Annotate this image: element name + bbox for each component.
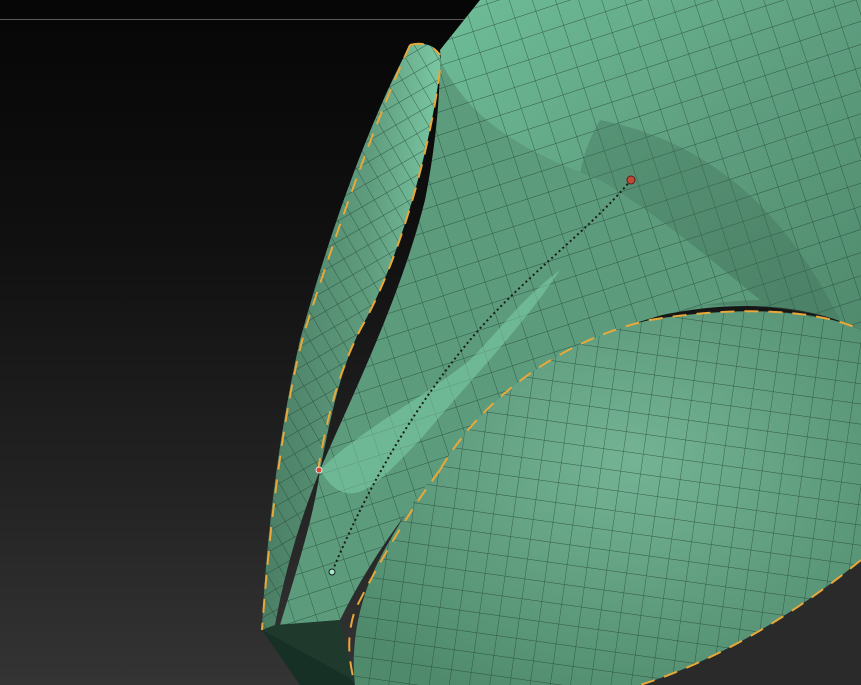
stroke-end-marker[interactable]: [328, 568, 336, 576]
3d-viewport[interactable]: [0, 0, 861, 685]
mesh-underside: [262, 620, 355, 685]
stroke-start-marker[interactable]: [626, 175, 636, 185]
mesh-canvas[interactable]: [0, 0, 861, 685]
pinch-point-marker[interactable]: [315, 466, 323, 474]
